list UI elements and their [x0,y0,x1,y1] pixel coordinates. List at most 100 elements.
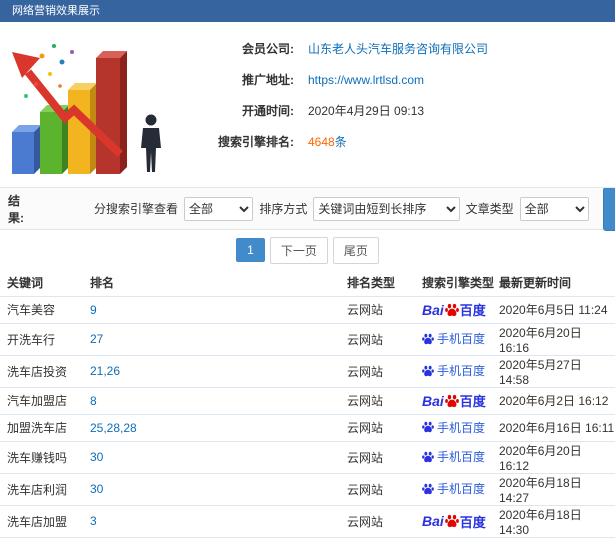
mobile-baidu-icon: 手机百度 [422,362,485,379]
article-type-select[interactable]: 全部 [519,196,589,221]
update-time-cell: 2020年6月20日 16:16 [497,323,615,356]
rank-type-cell: 云网站 [345,296,420,324]
keyword-cell: 汽车加盟店 [0,387,88,415]
keyword-cell: 汽车美容 [0,296,88,324]
engine-filter-label: 分搜索引擎查看 [93,202,178,216]
keyword-cell: 加盟洗车店 [0,414,88,442]
rank-type-cell: 云网站 [345,414,420,442]
engine-cell: 手机百度 [420,323,497,356]
company-link[interactable]: 山东老人头汽车服务咨询有限公司 [308,40,488,57]
engine-cell: 手机百度 [420,441,497,474]
rank-type-cell: 云网站 [345,473,420,506]
baidu-paw-icon [422,451,434,463]
mobile-baidu-icon: 手机百度 [422,419,485,436]
header-update-time: 最新更新时间 [497,270,615,297]
baidu-paw-icon [422,421,434,433]
baidu-paw-icon [422,365,434,377]
engine-cell: 手机百度 [420,355,497,388]
rank-type-cell: 云网站 [345,323,420,356]
keyword-cell: 洗车店利润 [0,473,88,506]
rank-unit: 条 [334,135,347,149]
member-info-panel: 会员公司: 山东老人头汽车服务咨询有限公司 推广地址: https://www.… [0,22,615,188]
baidu-logo-icon: Bai 百度 [422,392,486,410]
open-time-value: 2020年4月29日 09:13 [308,104,425,118]
pagination: 1 下一页 尾页 [0,230,615,270]
engine-cell: 手机百度 [420,414,497,442]
rank-count: 4648 [308,135,335,149]
baidu-logo-icon: Bai 百度 [422,301,486,319]
filter-bar: 结果: 分搜索引擎查看 全部 排序方式 关键词由短到长排序 文章类型 全部 提交 [0,186,615,231]
keyword-cell: 开洗车行 [0,323,88,356]
header-keyword: 关键词 [0,270,88,297]
rank-type-cell: 云网站 [345,505,420,538]
baidu-paw-icon [422,483,434,495]
keyword-cell: 洗车店加盟 [0,505,88,538]
table-row: 洗车店利润 30 云网站 手机百度 2020年6月18日 14:27 [0,473,615,506]
page-current[interactable]: 1 [236,238,265,262]
keyword-cell: 洗车店投资 [0,355,88,388]
rank-link[interactable]: 21,26 [90,364,120,378]
update-time-cell: 2020年6月16日 16:11 [497,414,615,442]
table-header-row: 关键词 排名 排名类型 搜索引擎类型 最新更新时间 [0,270,615,297]
update-time-cell: 2020年6月18日 14:27 [497,473,615,506]
rank-link[interactable]: 30 [90,450,103,464]
bar-chart-illustration [2,26,187,184]
engine-cell: Bai 百度 [420,505,497,538]
update-time-cell: 2020年5月27日 14:58 [497,355,615,388]
table-row: 洗车店加盟 3 云网站 Bai 百度 2020年6月18日 14:30 [0,505,615,538]
mobile-baidu-icon: 手机百度 [422,480,485,497]
keyword-cell: 洗车赚钱吗 [0,441,88,474]
table-row: 加盟洗车店 25,28,28 云网站 手机百度 2020年6月16日 16:11 [0,414,615,442]
engine-rank-label: 搜索引擎排名: [218,135,294,149]
company-row: 会员公司: 山东老人头汽车服务咨询有限公司 [190,40,615,57]
baidu-logo-icon: Bai 百度 [422,513,486,530]
engine-cell: 手机百度 [420,473,497,506]
rank-link[interactable]: 8 [90,394,97,408]
page-next[interactable]: 下一页 [269,236,328,264]
rank-link[interactable]: 3 [90,514,97,528]
page-last[interactable]: 尾页 [332,236,379,264]
promo-url-row: 推广地址: https://www.lrtlsd.com [190,71,615,88]
header-rank-type: 排名类型 [345,270,420,297]
company-label: 会员公司: [242,42,294,56]
page-title: 网络营销效果展示 [12,5,100,17]
businessman-figure [141,114,161,172]
article-type-label: 文章类型 [465,202,514,216]
mobile-baidu-icon: 手机百度 [422,448,485,465]
engine-rank-value: 4648条 [308,133,347,150]
sort-filter-label: 排序方式 [259,202,308,216]
rank-link[interactable]: 30 [90,482,103,496]
rank-type-cell: 云网站 [345,441,420,474]
rank-type-cell: 云网站 [345,387,420,415]
promo-url-label: 推广地址: [242,73,294,87]
header-rank: 排名 [88,270,345,297]
member-info-rows: 会员公司: 山东老人头汽车服务咨询有限公司 推广地址: https://www.… [190,22,615,150]
table-row: 开洗车行 27 云网站 手机百度 2020年6月20日 16:16 [0,323,615,356]
engine-rank-row: 搜索引擎排名: 4648条 [190,133,615,150]
submit-button[interactable]: 提交 [602,186,615,231]
rank-type-cell: 云网站 [345,355,420,388]
table-row: 汽车美容 9 云网站 Bai 百度 2020年6月5日 11:24 [0,296,615,324]
table-row: 洗车店投资 21,26 云网站 手机百度 2020年5月27日 14:58 [0,355,615,388]
open-time-row: 开通时间: 2020年4月29日 09:13 [190,102,615,119]
rank-link[interactable]: 25,28,28 [90,421,137,435]
baidu-paw-icon [445,303,459,317]
open-time-label: 开通时间: [242,104,294,118]
engine-cell: Bai 百度 [420,387,497,415]
promo-url-link[interactable]: https://www.lrtlsd.com [308,73,424,87]
mobile-baidu-icon: 手机百度 [422,330,485,347]
baidu-paw-icon [445,394,459,408]
update-time-cell: 2020年6月5日 11:24 [497,296,615,324]
title-bar: 网络营销效果展示 [0,0,615,22]
header-engine-type: 搜索引擎类型 [420,270,497,297]
engine-filter-select[interactable]: 全部 [184,196,254,221]
baidu-paw-icon [422,333,434,345]
sort-filter-select[interactable]: 关键词由短到长排序 [313,196,460,221]
rank-link[interactable]: 9 [90,303,97,317]
result-label: 结果: [8,193,24,225]
update-time-cell: 2020年6月18日 14:30 [497,505,615,538]
update-time-cell: 2020年6月2日 16:12 [497,387,615,415]
update-time-cell: 2020年6月20日 16:12 [497,441,615,474]
baidu-paw-icon [445,514,459,528]
rank-link[interactable]: 27 [90,332,103,346]
